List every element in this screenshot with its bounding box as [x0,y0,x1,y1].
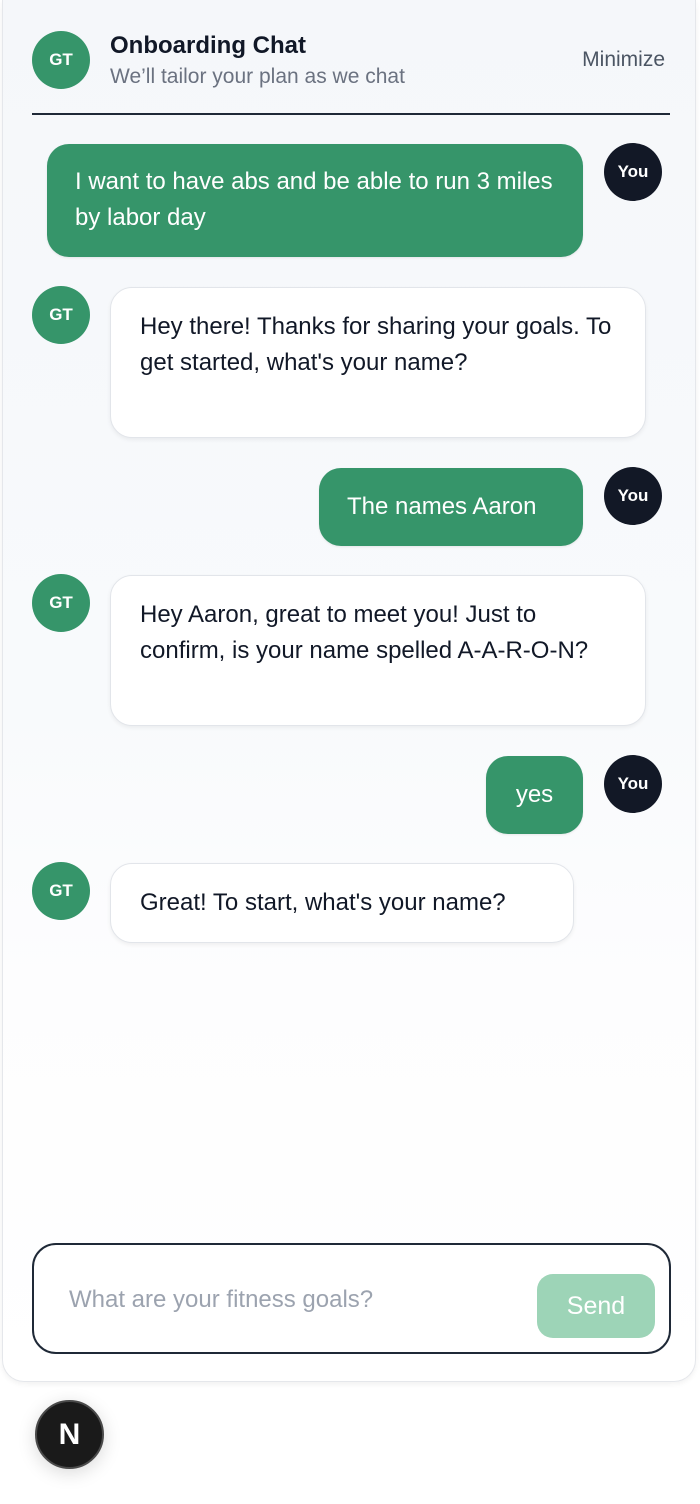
assistant-avatar: GT [32,31,90,89]
assistant-message: Hey Aaron, great to meet you! Just to co… [110,575,646,726]
minimize-button[interactable]: Minimize [582,48,665,72]
user-avatar: You [604,467,662,525]
header-divider [32,113,670,115]
message-input[interactable] [69,1275,529,1325]
assistant-message: Great! To start, what's your name? [110,863,574,943]
chat-subtitle: We’ll tailor your plan as we chat [110,65,405,88]
chat-panel: GT Onboarding Chat We’ll tailor your pla… [2,0,696,1382]
user-avatar: You [604,143,662,201]
user-message: I want to have abs and be able to run 3 … [47,144,583,257]
chat-title: Onboarding Chat [110,32,306,59]
assistant-avatar: GT [32,286,90,344]
assistant-avatar: GT [32,862,90,920]
user-message: yes [486,756,583,834]
user-avatar: You [604,755,662,813]
nextjs-dev-badge[interactable]: N [35,1400,104,1469]
send-button[interactable]: Send [537,1274,655,1338]
message-composer: Send [32,1243,671,1354]
user-message: The names Aaron [319,468,583,546]
assistant-message: Hey there! Thanks for sharing your goals… [110,287,646,438]
assistant-avatar: GT [32,574,90,632]
